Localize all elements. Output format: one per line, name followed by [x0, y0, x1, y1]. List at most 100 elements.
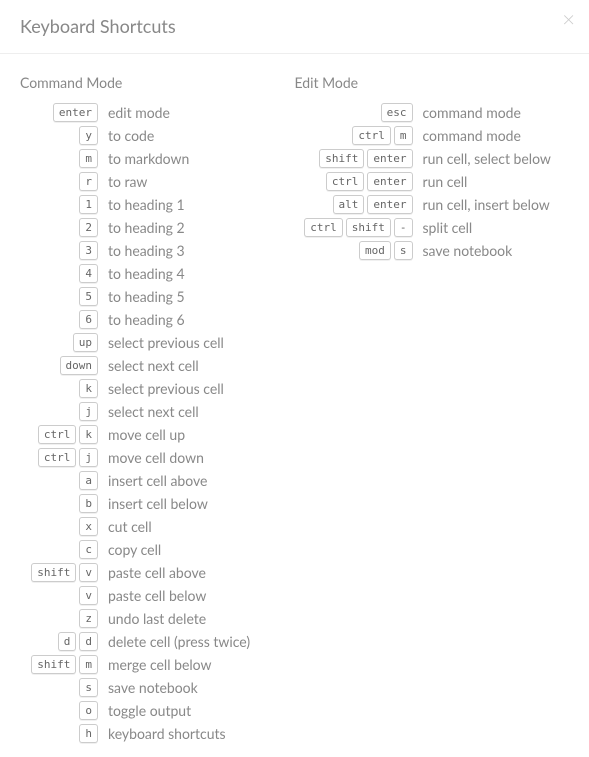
- shortcut-keys: c: [20, 540, 98, 559]
- shortcut-description: to code: [98, 127, 154, 144]
- shortcut-row: xcut cell: [20, 515, 295, 538]
- key-cap: shift: [31, 655, 76, 674]
- key-cap: j: [79, 402, 98, 421]
- close-icon[interactable]: ×: [562, 8, 575, 30]
- shortcut-keys: 2: [20, 218, 98, 237]
- key-cap: v: [79, 563, 98, 582]
- key-cap: enter: [367, 149, 412, 168]
- shortcut-description: split cell: [413, 219, 473, 236]
- shortcut-row: altenterrun cell, insert below: [295, 193, 570, 216]
- key-cap: enter: [367, 195, 412, 214]
- shortcut-keys: shiftenter: [295, 149, 413, 168]
- shortcut-keys: 1: [20, 195, 98, 214]
- shortcut-row: 6to heading 6: [20, 308, 295, 331]
- shortcut-keys: dd: [20, 632, 98, 651]
- dialog-header: Keyboard Shortcuts ×: [0, 0, 589, 54]
- shortcut-keys: y: [20, 126, 98, 145]
- key-cap: ctrl: [38, 425, 77, 444]
- shortcut-keys: o: [20, 701, 98, 720]
- shortcut-row: jselect next cell: [20, 400, 295, 423]
- shortcut-description: to heading 4: [98, 265, 185, 282]
- keyboard-shortcuts-dialog: Keyboard Shortcuts × Command Mode entere…: [0, 0, 589, 757]
- shortcut-row: ctrlenterrun cell: [295, 170, 570, 193]
- shortcut-row: esccommand mode: [295, 101, 570, 124]
- key-cap: 2: [79, 218, 98, 237]
- shortcut-description: select next cell: [98, 357, 199, 374]
- key-cap: m: [79, 149, 98, 168]
- shortcut-keys: a: [20, 471, 98, 490]
- shortcut-keys: 3: [20, 241, 98, 260]
- shortcut-description: to raw: [98, 173, 147, 190]
- key-cap: d: [79, 632, 98, 651]
- edit-mode-heading: Edit Mode: [295, 74, 570, 91]
- shortcut-row: ccopy cell: [20, 538, 295, 561]
- shortcut-description: merge cell below: [98, 656, 212, 673]
- shortcut-description: copy cell: [98, 541, 161, 558]
- shortcut-row: ainsert cell above: [20, 469, 295, 492]
- shortcut-keys: ctrlj: [20, 448, 98, 467]
- shortcut-keys: j: [20, 402, 98, 421]
- shortcut-row: ctrlshift-split cell: [295, 216, 570, 239]
- shortcut-row: binsert cell below: [20, 492, 295, 515]
- shortcut-keys: 4: [20, 264, 98, 283]
- shortcut-keys: down: [20, 356, 98, 375]
- dialog-body: Command Mode enteredit modeyto codemto m…: [0, 54, 589, 745]
- shortcut-keys: v: [20, 586, 98, 605]
- shortcut-row: zundo last delete: [20, 607, 295, 630]
- shortcut-description: cut cell: [98, 518, 152, 535]
- shortcut-keys: 6: [20, 310, 98, 329]
- shortcut-description: to markdown: [98, 150, 189, 167]
- shortcut-row: shiftmmerge cell below: [20, 653, 295, 676]
- shortcut-description: undo last delete: [98, 610, 206, 627]
- key-cap: c: [79, 540, 98, 559]
- shortcut-row: yto code: [20, 124, 295, 147]
- key-cap: shift: [31, 563, 76, 582]
- key-cap: ctrl: [352, 126, 391, 145]
- shortcut-description: paste cell below: [98, 587, 206, 604]
- shortcut-row: dddelete cell (press twice): [20, 630, 295, 653]
- shortcut-description: select previous cell: [98, 380, 224, 397]
- shortcut-keys: 5: [20, 287, 98, 306]
- command-shortcut-list: enteredit modeyto codemto markdownrto ra…: [20, 101, 295, 745]
- shortcut-keys: b: [20, 494, 98, 513]
- shortcut-row: modssave notebook: [295, 239, 570, 262]
- shortcut-keys: r: [20, 172, 98, 191]
- key-cap: s: [79, 678, 98, 697]
- shortcut-keys: z: [20, 609, 98, 628]
- shortcut-row: rto raw: [20, 170, 295, 193]
- shortcut-row: enteredit mode: [20, 101, 295, 124]
- shortcut-keys: ctrlenter: [295, 172, 413, 191]
- shortcut-description: save notebook: [413, 242, 513, 259]
- shortcut-keys: ctrlshift-: [295, 218, 413, 237]
- shortcut-description: save notebook: [98, 679, 198, 696]
- key-cap: ctrl: [326, 172, 365, 191]
- shortcut-row: shiftenterrun cell, select below: [295, 147, 570, 170]
- key-cap: ctrl: [304, 218, 343, 237]
- shortcut-row: upselect previous cell: [20, 331, 295, 354]
- key-cap: s: [394, 241, 413, 260]
- shortcut-description: command mode: [413, 127, 521, 144]
- shortcut-row: ssave notebook: [20, 676, 295, 699]
- key-cap: m: [394, 126, 413, 145]
- shortcut-row: shiftvpaste cell above: [20, 561, 295, 584]
- shortcut-description: move cell down: [98, 449, 204, 466]
- shortcut-description: to heading 5: [98, 288, 185, 305]
- shortcut-keys: enter: [20, 103, 98, 122]
- key-cap: k: [79, 379, 98, 398]
- key-cap: h: [79, 724, 98, 743]
- key-cap: b: [79, 494, 98, 513]
- shortcut-description: paste cell above: [98, 564, 206, 581]
- shortcut-row: 1to heading 1: [20, 193, 295, 216]
- key-cap: enter: [367, 172, 412, 191]
- shortcut-row: 5to heading 5: [20, 285, 295, 308]
- shortcut-description: to heading 6: [98, 311, 185, 328]
- key-cap: 3: [79, 241, 98, 260]
- key-cap: z: [79, 609, 98, 628]
- shortcut-row: kselect previous cell: [20, 377, 295, 400]
- key-cap: 4: [79, 264, 98, 283]
- key-cap: mod: [359, 241, 391, 260]
- shortcut-keys: mods: [295, 241, 413, 260]
- shortcut-description: run cell, insert below: [413, 196, 550, 213]
- shortcut-keys: m: [20, 149, 98, 168]
- key-cap: -: [394, 218, 413, 237]
